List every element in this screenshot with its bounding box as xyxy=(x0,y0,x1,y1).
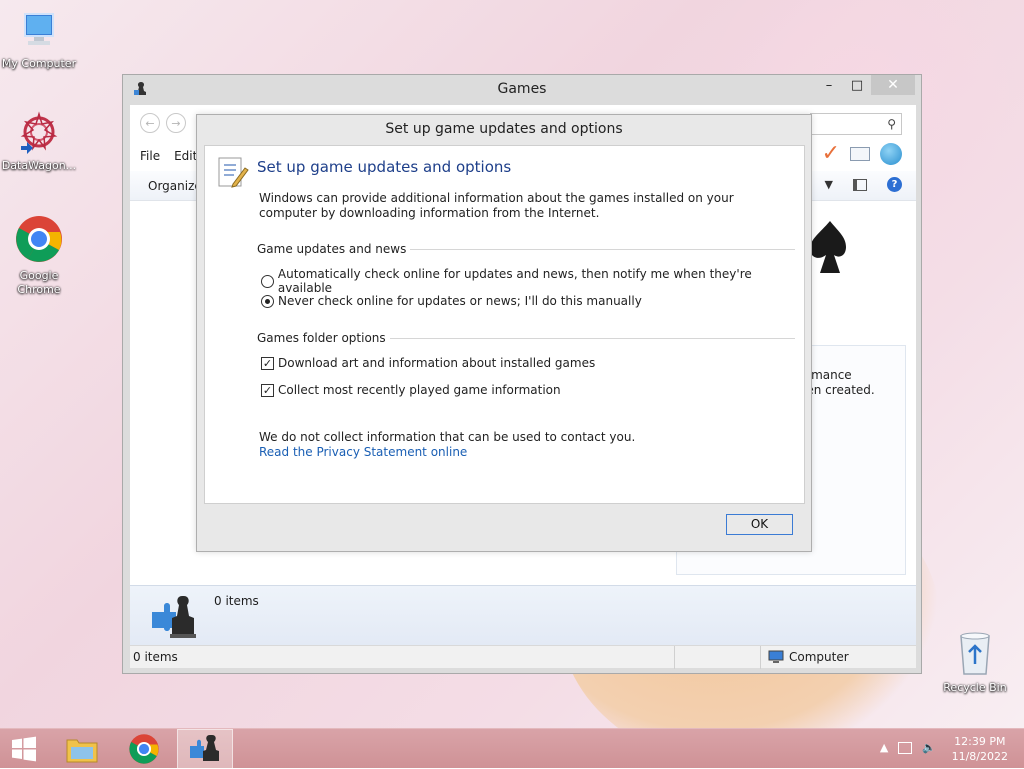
privacy-statement-link[interactable]: Read the Privacy Statement online xyxy=(259,445,467,459)
radio-auto-check[interactable]: Automatically check online for updates a… xyxy=(261,267,804,295)
status-separator xyxy=(674,646,675,669)
recycle-bin-icon xyxy=(960,632,990,675)
organize-button[interactable]: Organize xyxy=(148,179,202,193)
search-input[interactable]: ⚲ xyxy=(810,113,902,135)
forward-arrow-icon[interactable]: → xyxy=(166,113,186,133)
desktop-icon-label: Google Chrome xyxy=(17,269,61,296)
radio-button[interactable] xyxy=(261,274,274,288)
system-tray: ▲ 🔈 xyxy=(880,741,936,754)
status-bar: 0 items Computer xyxy=(130,645,916,669)
close-icon[interactable]: ✕ xyxy=(871,75,915,95)
search-icon: ⚲ xyxy=(887,117,896,131)
chrome-icon xyxy=(16,216,62,262)
message-icon[interactable] xyxy=(850,146,870,161)
group-updates-header: Game updates and news xyxy=(257,242,795,256)
volume-icon[interactable]: 🔈 xyxy=(922,741,936,754)
status-separator xyxy=(760,646,761,669)
desktop-icon-datawagon[interactable]: DataWagon... xyxy=(0,110,78,173)
privacy-note: We do not collect information that can b… xyxy=(259,430,636,444)
chrome-icon xyxy=(129,734,159,764)
view-dropdown-icon[interactable]: ▼ xyxy=(825,178,833,191)
games-folder-icon xyxy=(152,596,196,638)
checklist-icon xyxy=(215,156,249,193)
desktop-icon-google-chrome[interactable]: Google Chrome xyxy=(0,214,78,297)
show-hidden-icons-icon[interactable]: ▲ xyxy=(880,741,888,754)
computer-small-icon xyxy=(768,650,784,663)
taskbar-file-explorer[interactable] xyxy=(54,729,110,769)
games-icon xyxy=(190,735,219,761)
taskbar-chrome[interactable] xyxy=(116,729,172,769)
game-provider-icon[interactable] xyxy=(880,142,902,165)
checkmark-icon[interactable]: ✓ xyxy=(822,141,840,166)
desktop-icon-recycle-bin[interactable]: Recycle Bin xyxy=(936,630,1014,695)
game-updates-dialog: Set up game updates and options Set up g… xyxy=(196,114,812,552)
desktop-icon-label: DataWagon... xyxy=(1,159,77,172)
window-title: Games xyxy=(497,81,547,97)
group-divider xyxy=(389,337,795,339)
desktop-icon-label: My Computer xyxy=(1,57,77,70)
clock-time: 12:39 PM xyxy=(954,735,1006,748)
details-pane: 0 items xyxy=(130,585,916,645)
windows-logo-icon xyxy=(12,736,36,762)
checkbox[interactable]: ✓ xyxy=(261,383,274,397)
datawagon-icon xyxy=(20,111,58,154)
folder-icon xyxy=(66,739,98,763)
maximize-icon[interactable]: □ xyxy=(843,75,871,95)
spade-graphic-icon xyxy=(810,221,846,273)
preview-pane-icon[interactable] xyxy=(853,178,867,191)
desktop-icon-label: Recycle Bin xyxy=(943,681,1007,694)
dialog-content: Set up game updates and options Windows … xyxy=(204,145,805,504)
window-titlebar[interactable]: Games – □ ✕ xyxy=(123,75,921,103)
command-bar-right: ▼ ? xyxy=(825,177,902,192)
status-item-count: 0 items xyxy=(133,650,178,664)
network-icon[interactable] xyxy=(898,741,913,754)
clock-date: 11/8/2022 xyxy=(951,750,1008,763)
window-controls: – □ ✕ xyxy=(815,75,915,95)
toolbar-icons: ✓ xyxy=(822,141,902,166)
dialog-heading: Set up game updates and options xyxy=(257,158,512,176)
taskbar-clock[interactable]: 12:39 PM 11/8/2022 xyxy=(952,734,1008,764)
radio-label: Never check online for updates or news; … xyxy=(278,294,642,308)
checkbox[interactable]: ✓ xyxy=(261,356,274,370)
checkbox-label: Download art and information about insta… xyxy=(278,356,596,370)
help-icon[interactable]: ? xyxy=(887,177,902,192)
taskbar-games[interactable] xyxy=(177,729,233,769)
checkbox-label: Collect most recently played game inform… xyxy=(278,383,561,397)
ok-button[interactable]: OK xyxy=(726,514,793,535)
dialog-intro: Windows can provide additional informati… xyxy=(259,191,734,220)
taskbar: ▲ 🔈 12:39 PM 11/8/2022 xyxy=(0,728,1024,769)
computer-icon xyxy=(24,13,54,45)
status-location: Computer xyxy=(768,650,849,664)
minimize-icon[interactable]: – xyxy=(815,75,843,95)
group-label: Games folder options xyxy=(257,331,386,345)
desktop-icon-my-computer[interactable]: My Computer xyxy=(0,8,78,71)
radio-button[interactable] xyxy=(261,294,274,308)
radio-label: Automatically check online for updates a… xyxy=(277,267,752,295)
details-item-count: 0 items xyxy=(214,594,259,608)
back-arrow-icon[interactable]: ← xyxy=(140,113,160,133)
start-button[interactable] xyxy=(0,729,48,769)
group-divider xyxy=(410,248,795,250)
radio-never-check[interactable]: Never check online for updates or news; … xyxy=(261,294,642,308)
group-folder-header: Games folder options xyxy=(257,331,795,345)
status-location-label: Computer xyxy=(789,650,849,664)
group-label: Game updates and news xyxy=(257,242,407,256)
dialog-titlebar[interactable]: Set up game updates and options xyxy=(197,115,811,143)
checkbox-collect-recent[interactable]: ✓ Collect most recently played game info… xyxy=(261,383,561,397)
checkbox-download-art[interactable]: ✓ Download art and information about ins… xyxy=(261,356,595,370)
menu-file[interactable]: File xyxy=(140,149,160,163)
menu-edit[interactable]: Edit xyxy=(174,149,197,163)
games-app-icon xyxy=(133,81,149,101)
